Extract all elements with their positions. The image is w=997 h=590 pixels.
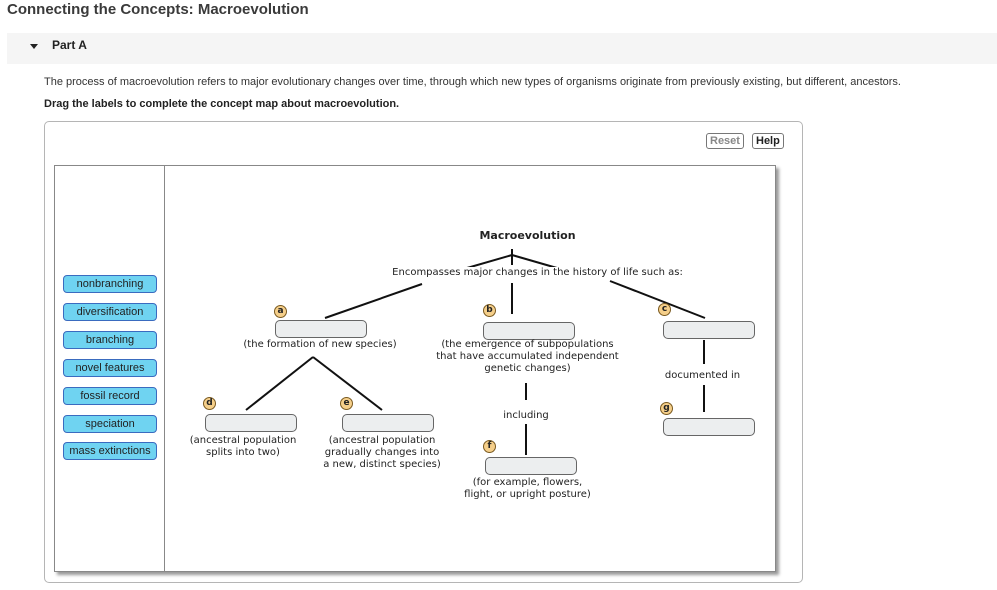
- intro-text: The process of macroevolution refers to …: [44, 76, 901, 88]
- map-root-link-text: Encompasses major changes in the history…: [385, 267, 690, 279]
- badge-g: g: [660, 402, 673, 415]
- concept-map-canvas: [54, 165, 776, 572]
- badge-c: c: [658, 303, 671, 316]
- drop-target-a[interactable]: [275, 320, 367, 338]
- drag-label-diversification[interactable]: diversification: [63, 303, 157, 321]
- drag-label-fossil-record[interactable]: fossil record: [63, 387, 157, 405]
- page-title: Connecting the Concepts: Macroevolution: [7, 1, 309, 18]
- caption-f-line: (for example, flowers,: [472, 477, 583, 488]
- caption-d: (ancestral population splits into two): [183, 435, 303, 459]
- caption-b-line: genetic changes): [484, 363, 571, 374]
- link-including: including: [503, 410, 549, 421]
- drop-target-e[interactable]: [342, 414, 434, 432]
- caption-f-line: flight, or upright posture): [464, 489, 591, 500]
- drag-label-nonbranching[interactable]: nonbranching: [63, 275, 157, 293]
- drop-target-b[interactable]: [483, 322, 575, 340]
- instructions: Drag the labels to complete the concept …: [44, 98, 400, 110]
- link-documented-in: documented in: [664, 370, 741, 381]
- label-bank-divider: [164, 165, 165, 571]
- drag-label-branching[interactable]: branching: [63, 331, 157, 349]
- badge-b: b: [483, 304, 496, 317]
- caption-a: (the formation of new species): [243, 339, 397, 350]
- drag-label-speciation[interactable]: speciation: [63, 415, 157, 433]
- caption-b-line: (the emergence of subpopulations: [441, 339, 614, 350]
- drop-target-g[interactable]: [663, 418, 755, 436]
- part-a-header[interactable]: Part A: [7, 33, 997, 64]
- caption-e: (ancestral population gradually changes …: [318, 435, 446, 471]
- caption-e-line: a new, distinct species): [323, 459, 441, 470]
- help-button[interactable]: Help: [752, 133, 784, 149]
- badge-e: e: [340, 397, 353, 410]
- caption-b-line: that have accumulated independent: [436, 351, 619, 362]
- badge-d: d: [203, 397, 216, 410]
- caption-e-line: (ancestral population: [328, 435, 436, 446]
- drag-label-mass-extinctions[interactable]: mass extinctions: [63, 442, 157, 460]
- caption-e-line: gradually changes into: [324, 447, 440, 458]
- caption-d-line: splits into two): [206, 447, 280, 458]
- drag-label-novel-features[interactable]: novel features: [63, 359, 157, 377]
- drop-target-c[interactable]: [663, 321, 755, 339]
- part-label: Part A: [52, 38, 87, 52]
- badge-f: f: [483, 440, 496, 453]
- caption-b: (the emergence of subpopulations that ha…: [430, 339, 625, 375]
- drop-target-f[interactable]: [485, 457, 577, 475]
- collapse-triangle-icon[interactable]: [30, 44, 38, 49]
- drop-target-d[interactable]: [205, 414, 297, 432]
- caption-d-line: (ancestral population: [189, 435, 297, 446]
- badge-a: a: [274, 305, 287, 318]
- reset-button[interactable]: Reset: [706, 133, 744, 149]
- caption-f: (for example, flowers, flight, or uprigh…: [455, 477, 600, 501]
- map-root-title: Macroevolution: [479, 229, 576, 242]
